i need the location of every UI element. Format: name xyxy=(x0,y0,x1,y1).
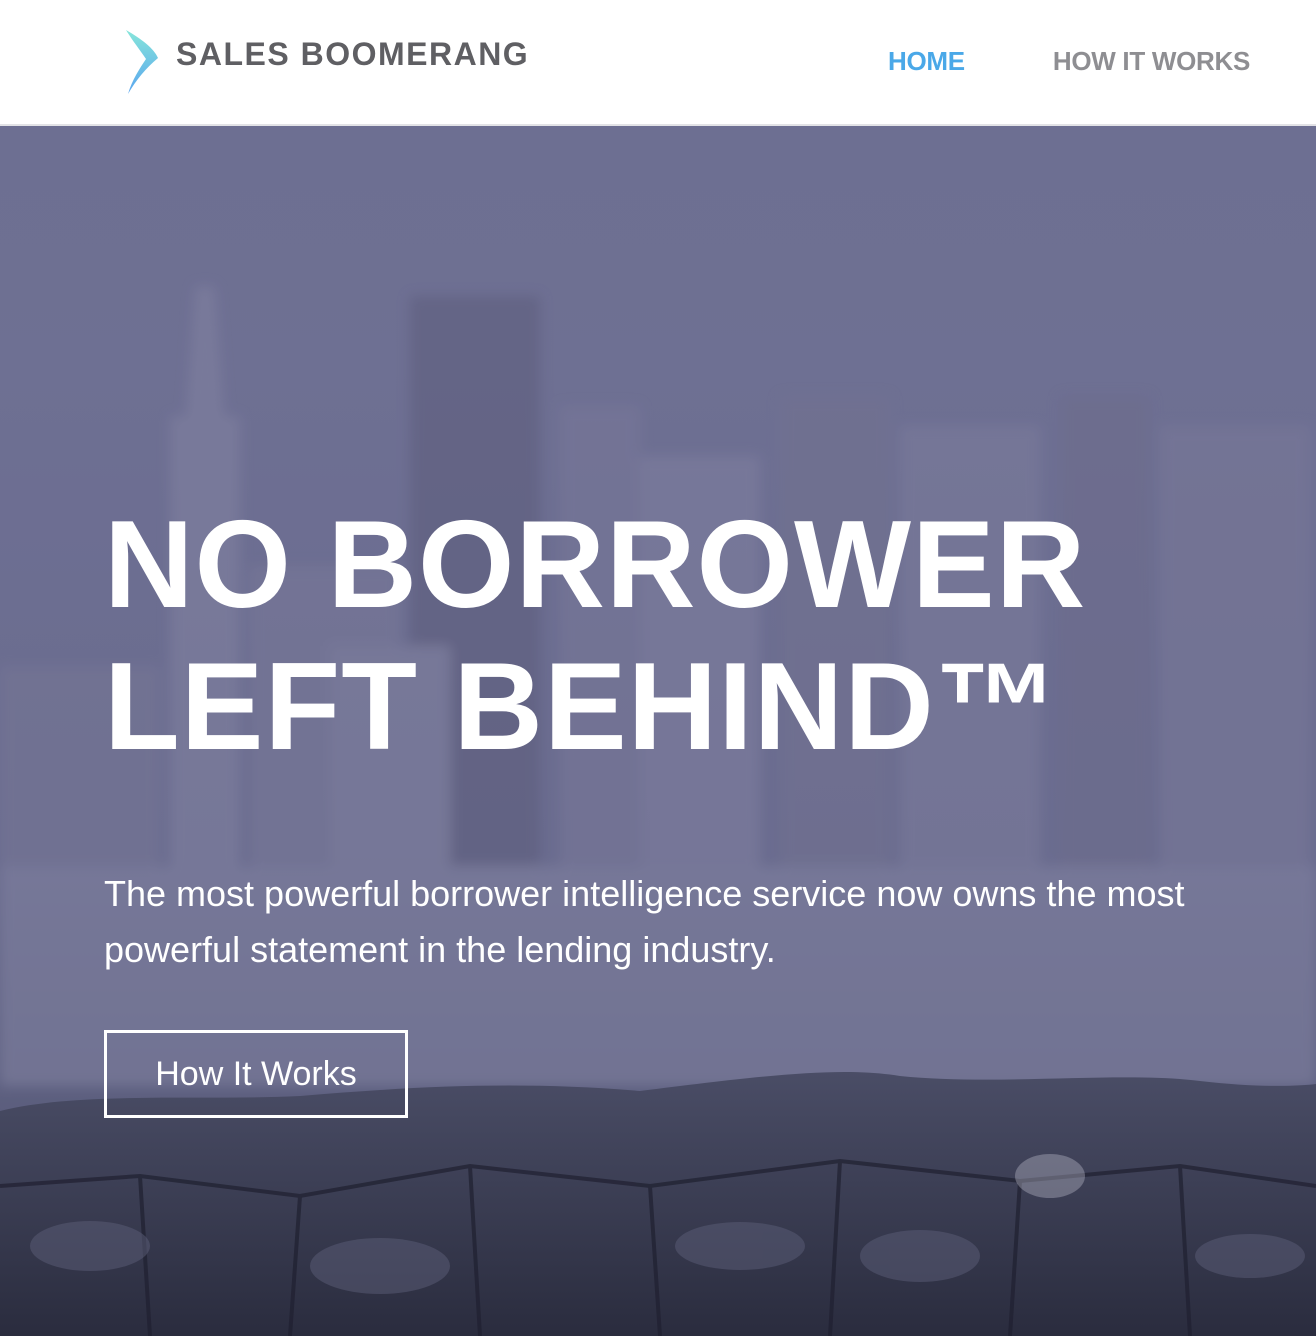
top-navbar: SALES BOOMERANG HOME HOW IT WORKS xyxy=(0,0,1316,126)
hero-content: NO BORROWER LEFT BEHIND™ The most powerf… xyxy=(104,494,1284,1118)
hero-headline: NO BORROWER LEFT BEHIND™ xyxy=(104,494,1284,778)
nav-home-link[interactable]: HOME xyxy=(888,46,965,77)
how-it-works-button[interactable]: How It Works xyxy=(104,1030,408,1118)
hero-subtext: The most powerful borrower intelligence … xyxy=(104,873,1185,970)
hero-headline-line-2: LEFT BEHIND™ xyxy=(104,638,1060,776)
hero-headline-line-1: NO BORROWER xyxy=(104,496,1087,634)
main-nav: HOME HOW IT WORKS xyxy=(888,46,1250,77)
hero-section: NO BORROWER LEFT BEHIND™ The most powerf… xyxy=(0,126,1316,1336)
brand-name: SALES BOOMERANG xyxy=(176,36,530,72)
nav-how-it-works-link[interactable]: HOW IT WORKS xyxy=(1053,46,1250,77)
brand-logo-link[interactable]: SALES BOOMERANG xyxy=(122,28,529,98)
boomerang-icon xyxy=(126,30,158,94)
